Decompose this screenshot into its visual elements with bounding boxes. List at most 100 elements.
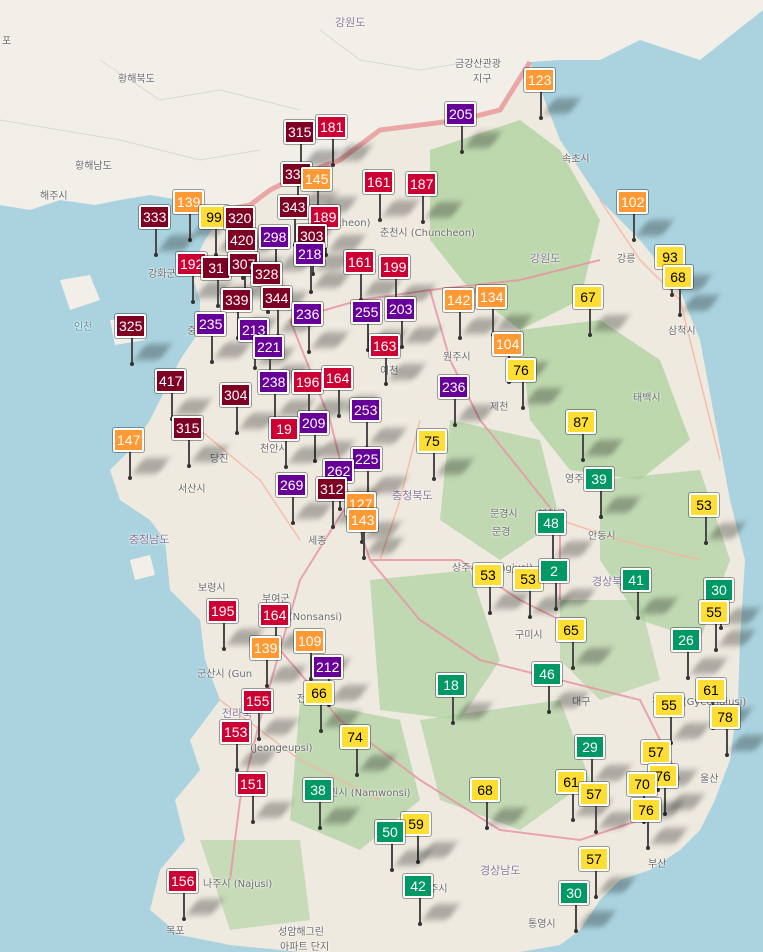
aqi-station-marker[interactable]: 70: [627, 772, 684, 824]
aqi-station-marker[interactable]: 339: [221, 288, 278, 340]
aqi-value-badge[interactable]: 164: [259, 603, 291, 627]
aqi-station-marker[interactable]: 78: [710, 705, 763, 757]
aqi-value-badge[interactable]: 187: [406, 172, 438, 196]
aqi-station-marker[interactable]: 26: [671, 628, 728, 680]
aqi-value-badge[interactable]: 315: [172, 416, 204, 440]
aqi-station-marker[interactable]: 2: [539, 559, 596, 611]
aqi-value-badge[interactable]: 315: [284, 120, 316, 144]
aqi-station-marker[interactable]: 143: [347, 508, 404, 560]
aqi-value-badge[interactable]: 203: [385, 297, 417, 321]
aqi-value-badge[interactable]: 212: [312, 655, 344, 679]
aqi-station-marker[interactable]: 19: [269, 417, 326, 469]
aqi-value-badge[interactable]: 87: [566, 410, 596, 434]
aqi-station-marker[interactable]: 123: [524, 68, 581, 120]
aqi-value-badge[interactable]: 55: [654, 693, 684, 717]
aqi-station-marker[interactable]: 61: [696, 678, 753, 730]
aqi-value-badge[interactable]: 325: [115, 314, 147, 338]
aqi-station-marker[interactable]: 343: [278, 195, 335, 247]
aqi-station-marker[interactable]: 42: [403, 874, 460, 926]
aqi-value-badge[interactable]: 238: [258, 370, 290, 394]
aqi-value-badge[interactable]: 109: [294, 629, 326, 653]
aqi-value-badge[interactable]: 134: [476, 285, 508, 309]
aqi-station-marker[interactable]: 181: [316, 115, 373, 167]
aqi-station-marker[interactable]: 57: [579, 782, 636, 834]
aqi-value-badge[interactable]: 2: [539, 559, 569, 583]
aqi-value-badge[interactable]: 26: [671, 628, 701, 652]
aqi-value-badge[interactable]: 333: [139, 205, 171, 229]
aqi-value-badge[interactable]: 328: [251, 262, 283, 286]
aqi-station-marker[interactable]: 41: [621, 568, 678, 620]
aqi-value-badge[interactable]: 66: [304, 681, 334, 705]
aqi-value-badge[interactable]: 164: [322, 366, 354, 390]
aqi-value-badge[interactable]: 417: [155, 369, 187, 393]
aqi-value-badge[interactable]: 344: [261, 286, 293, 310]
aqi-value-badge[interactable]: 76: [506, 358, 536, 382]
aqi-value-badge[interactable]: 59: [401, 812, 431, 836]
aqi-station-marker[interactable]: 53: [513, 567, 570, 619]
aqi-value-badge[interactable]: 70: [627, 772, 657, 796]
aqi-station-marker[interactable]: 66: [304, 681, 361, 733]
aqi-value-badge[interactable]: 218: [294, 242, 326, 266]
aqi-station-marker[interactable]: 139: [250, 636, 307, 688]
aqi-station-marker[interactable]: 161: [344, 250, 401, 302]
aqi-value-badge[interactable]: 50: [375, 820, 405, 844]
aqi-station-marker[interactable]: 156: [167, 869, 224, 921]
aqi-value-badge[interactable]: 55: [699, 600, 729, 624]
aqi-value-badge[interactable]: 78: [710, 705, 740, 729]
aqi-station-marker[interactable]: 304: [220, 383, 277, 435]
aqi-value-badge[interactable]: 30: [559, 881, 589, 905]
aqi-value-badge[interactable]: 57: [579, 782, 609, 806]
aqi-station-marker[interactable]: 55: [654, 693, 711, 745]
aqi-station-marker[interactable]: 99: [199, 205, 256, 257]
aqi-station-marker[interactable]: 76: [506, 358, 563, 410]
aqi-value-badge[interactable]: 161: [344, 250, 376, 274]
aqi-value-badge[interactable]: 19: [269, 417, 299, 441]
aqi-station-marker[interactable]: 145: [301, 167, 358, 219]
aqi-value-badge[interactable]: 221: [253, 335, 285, 359]
aqi-value-badge[interactable]: 53: [473, 563, 503, 587]
aqi-station-marker[interactable]: 68: [470, 778, 527, 830]
aqi-value-badge[interactable]: 102: [617, 190, 649, 214]
aqi-station-marker[interactable]: 253: [350, 398, 407, 450]
aqi-station-marker[interactable]: 203: [385, 297, 442, 349]
aqi-station-marker[interactable]: 147: [113, 428, 170, 480]
aqi-station-marker[interactable]: 312: [316, 477, 373, 529]
aqi-value-badge[interactable]: 199: [379, 255, 411, 279]
aqi-station-marker[interactable]: 74: [340, 725, 397, 777]
aqi-station-marker[interactable]: 333: [139, 205, 196, 257]
aqi-station-marker[interactable]: 307: [228, 252, 285, 304]
aqi-station-marker[interactable]: 195: [207, 599, 264, 651]
aqi-value-badge[interactable]: 339: [221, 288, 253, 312]
aqi-value-badge[interactable]: 143: [347, 508, 379, 532]
aqi-value-badge[interactable]: 320: [224, 206, 256, 230]
aqi-value-badge[interactable]: 151: [236, 772, 268, 796]
aqi-station-marker[interactable]: 57: [579, 847, 636, 899]
aqi-station-marker[interactable]: 325: [115, 314, 172, 366]
aqi-station-marker[interactable]: 151: [236, 772, 293, 824]
aqi-station-marker[interactable]: 102: [617, 190, 674, 242]
aqi-station-marker[interactable]: 163: [369, 334, 426, 386]
aqi-value-badge[interactable]: 156: [167, 869, 199, 893]
aqi-station-marker[interactable]: 155: [242, 689, 299, 741]
aqi-station-marker[interactable]: 236: [292, 302, 349, 354]
aqi-value-badge[interactable]: 236: [438, 375, 470, 399]
aqi-station-marker[interactable]: 161: [363, 170, 420, 222]
aqi-station-marker[interactable]: 67: [573, 285, 630, 337]
aqi-value-badge[interactable]: 145: [301, 167, 333, 191]
aqi-station-marker[interactable]: 53: [473, 563, 530, 615]
aqi-station-marker[interactable]: 50: [375, 820, 432, 872]
aqi-station-marker[interactable]: 212: [312, 655, 369, 707]
aqi-station-marker[interactable]: 192: [176, 252, 233, 304]
aqi-value-badge[interactable]: 225: [351, 447, 383, 471]
aqi-value-badge[interactable]: 163: [369, 334, 401, 358]
aqi-value-badge[interactable]: 67: [573, 285, 603, 309]
aqi-value-badge[interactable]: 39: [584, 467, 614, 491]
aqi-value-badge[interactable]: 142: [443, 288, 475, 312]
aqi-value-badge[interactable]: 139: [250, 636, 282, 660]
aqi-station-marker[interactable]: 68: [663, 265, 720, 317]
aqi-station-marker[interactable]: 225: [351, 447, 408, 499]
aqi-station-marker[interactable]: 46: [532, 662, 589, 714]
aqi-value-badge[interactable]: 75: [417, 429, 447, 453]
aqi-station-marker[interactable]: 39: [584, 467, 641, 519]
aqi-station-marker[interactable]: 30: [559, 881, 616, 933]
